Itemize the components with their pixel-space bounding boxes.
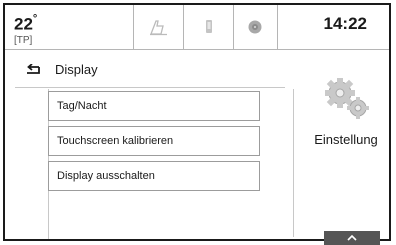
phone-icon bbox=[206, 20, 212, 33]
menu-item-touchscreen-kalibrieren[interactable]: Touchscreen kalibrieren bbox=[48, 126, 260, 156]
page-title: Display bbox=[55, 62, 98, 77]
status-separator bbox=[183, 5, 184, 49]
status-separator bbox=[133, 5, 134, 49]
gears-icon bbox=[325, 78, 369, 119]
screen-frame: 22° [TP] 14:22 Display Tag/Nacht Touchsc… bbox=[3, 3, 391, 245]
vertical-divider bbox=[293, 89, 294, 237]
back-arrow-icon bbox=[27, 64, 40, 74]
clock: 14:22 bbox=[323, 14, 367, 33]
chevron-up-icon bbox=[347, 234, 357, 241]
status-separator bbox=[277, 5, 278, 49]
media-tab[interactable] bbox=[235, 5, 275, 49]
header-divider bbox=[15, 87, 285, 88]
status-separator bbox=[233, 5, 234, 49]
settings-button[interactable]: Einstellung bbox=[303, 75, 389, 147]
navigation-icon bbox=[150, 20, 167, 36]
temperature-value: 22° bbox=[14, 13, 38, 34]
phone-tab[interactable] bbox=[189, 5, 229, 49]
tp-indicator: [TP] bbox=[14, 34, 33, 46]
menu-item-tag-nacht[interactable]: Tag/Nacht bbox=[48, 91, 260, 121]
media-icon bbox=[248, 20, 262, 34]
scroll-up-button[interactable] bbox=[324, 231, 380, 245]
navigation-tab[interactable] bbox=[139, 5, 179, 49]
temperature-display: 22° [TP] bbox=[14, 12, 37, 46]
menu-item-display-ausschalten[interactable]: Display ausschalten bbox=[48, 161, 260, 191]
settings-label: Einstellung bbox=[314, 132, 378, 147]
status-bar: 22° [TP] 14:22 bbox=[5, 5, 389, 50]
back-button[interactable] bbox=[21, 60, 45, 80]
